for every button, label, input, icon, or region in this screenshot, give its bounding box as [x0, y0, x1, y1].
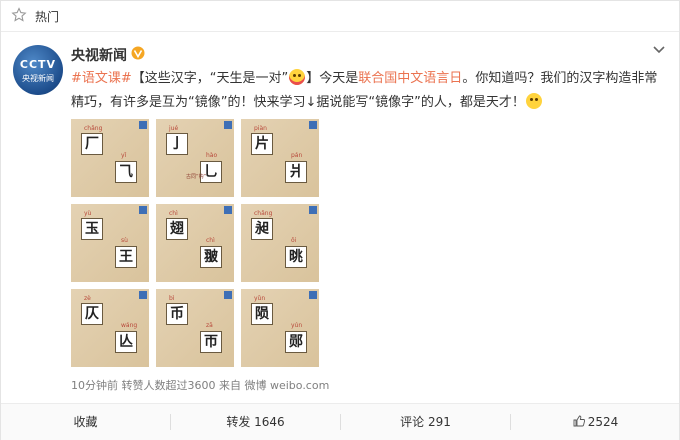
- bottom-character: 亾: [115, 331, 137, 353]
- highlight-link[interactable]: 联合国中文语言日: [358, 71, 462, 86]
- top-pinyin: bì: [169, 295, 175, 302]
- character-note: 古同“钩”: [186, 174, 207, 180]
- image-badge-icon: [224, 291, 232, 299]
- bottom-character: 帀: [200, 331, 222, 353]
- image-thumb[interactable]: chì 翅 chì 翍: [156, 204, 234, 282]
- image-badge-icon: [139, 206, 147, 214]
- image-badge-icon: [139, 291, 147, 299]
- image-thumb[interactable]: piàn 片 pán 爿: [241, 119, 319, 197]
- comment-button[interactable]: 评论 291: [341, 404, 510, 440]
- bottom-character: 王: [115, 246, 137, 268]
- bottom-pinyin: hào: [206, 152, 218, 159]
- image-thumb[interactable]: yù 玉 sù 王: [71, 204, 149, 282]
- thumbs-up-icon: [573, 415, 585, 427]
- image-badge-icon: [309, 291, 317, 299]
- post-text-part2: 】今天是: [306, 71, 359, 86]
- bottom-character: 爿: [285, 161, 307, 183]
- like-count: 2524: [587, 415, 619, 429]
- top-character: 厂: [81, 133, 103, 155]
- bottom-pinyin: pán: [291, 152, 303, 159]
- top-character: 片: [251, 133, 273, 155]
- top-pinyin: chǎng: [254, 210, 273, 217]
- hot-bar: 热门: [1, 1, 679, 32]
- image-badge-icon: [224, 206, 232, 214]
- image-thumb[interactable]: bì 币 zā 帀: [156, 289, 234, 367]
- favorite-button[interactable]: 收藏: [1, 404, 170, 440]
- top-pinyin: yǔn: [254, 295, 266, 302]
- bottom-pinyin: sù: [121, 237, 128, 244]
- repost-button[interactable]: 转发 1646: [171, 404, 340, 440]
- comment-label: 评论 291: [400, 415, 451, 429]
- image-badge-icon: [309, 121, 317, 129]
- image-badge-icon: [224, 121, 232, 129]
- weibo-card: 热门 CCTV 央视新闻 央视新闻 #语文课#【这些汉字，“天生是一对” 】今天是…: [0, 0, 680, 440]
- top-character: 币: [166, 303, 188, 325]
- top-pinyin: yù: [84, 210, 92, 217]
- action-bar: 收藏 转发 1646 评论 291 2524: [1, 403, 679, 440]
- top-character: 昶: [251, 218, 273, 240]
- avatar[interactable]: CCTV 央视新闻: [13, 45, 63, 95]
- image-badge-icon: [139, 121, 147, 129]
- bottom-pinyin: ǒi: [291, 237, 297, 244]
- top-character: 玉: [81, 218, 103, 240]
- like-button[interactable]: 2524: [511, 404, 680, 440]
- image-thumb[interactable]: chǎng 昶 ǒi 晀: [241, 204, 319, 282]
- post-meta: 10分钟前 转赞人数超过3600 来自 微博 weibo.com: [71, 379, 330, 392]
- image-grid: chǎng 厂 yǐ ⺄ jué 亅 hào 乚 古同“钩” piàn 片 pá…: [71, 119, 319, 367]
- top-character: 亅: [166, 133, 188, 155]
- bottom-pinyin: yǐ: [121, 152, 127, 159]
- avatar-name-text: 央视新闻: [22, 74, 54, 83]
- topic-link[interactable]: #语文课#: [71, 71, 132, 86]
- top-pinyin: jué: [169, 125, 179, 132]
- image-thumb[interactable]: chǎng 厂 yǐ ⺄: [71, 119, 149, 197]
- bottom-character: 郧: [285, 331, 307, 353]
- top-character: 仄: [81, 303, 103, 325]
- bottom-pinyin: wáng: [121, 322, 138, 329]
- bottom-pinyin: chì: [206, 237, 215, 244]
- verified-icon: [131, 46, 145, 60]
- avatar-logo-text: CCTV: [19, 58, 57, 71]
- top-character: 陨: [251, 303, 273, 325]
- author-name[interactable]: 央视新闻: [71, 45, 127, 65]
- bottom-character: ⺄: [115, 161, 137, 183]
- top-character: 翅: [166, 218, 188, 240]
- hot-label: 热门: [35, 10, 60, 24]
- bottom-character: 晀: [285, 246, 307, 268]
- chevron-down-icon[interactable]: [651, 41, 667, 57]
- image-thumb[interactable]: jué 亅 hào 乚 古同“钩”: [156, 119, 234, 197]
- repost-label: 转发 1646: [226, 415, 285, 429]
- star-icon: [11, 7, 27, 22]
- post-text-part1: 【这些汉字，“天生是一对”: [131, 71, 289, 86]
- top-pinyin: chì: [169, 210, 178, 217]
- image-thumb[interactable]: yǔn 陨 yún 郧: [241, 289, 319, 367]
- bottom-pinyin: yún: [291, 322, 303, 329]
- tongue-emoji-icon: [289, 69, 306, 85]
- top-pinyin: piàn: [254, 125, 267, 132]
- post-text: #语文课#【这些汉字，“天生是一对” 】今天是联合国中文语言日。你知道吗？我们的汉…: [71, 67, 669, 115]
- image-thumb[interactable]: zè 仄 wáng 亾: [71, 289, 149, 367]
- top-pinyin: chǎng: [84, 125, 103, 132]
- favorite-label: 收藏: [73, 415, 98, 429]
- image-badge-icon: [309, 206, 317, 214]
- top-pinyin: zè: [84, 295, 91, 302]
- smile-emoji-icon: [525, 93, 542, 109]
- bottom-character: 翍: [200, 246, 222, 268]
- bottom-pinyin: zā: [206, 322, 213, 329]
